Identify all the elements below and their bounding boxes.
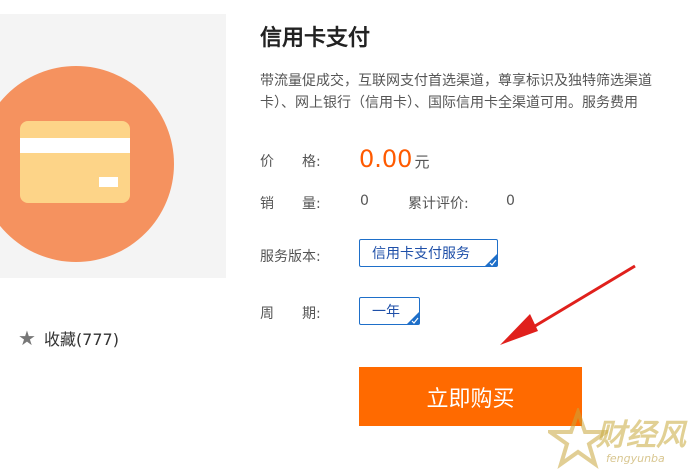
product-gallery: ★ 收藏(777): [0, 0, 226, 470]
selected-check-icon: [407, 312, 419, 324]
price-unit: 元: [414, 153, 430, 171]
thumbnail-strip: [0, 14, 226, 58]
period-label: 周 期:: [260, 306, 321, 322]
sales-value: 0: [360, 193, 369, 209]
reviews-value: 0: [506, 193, 515, 209]
card-chip: [99, 177, 118, 187]
description-line-1: 带流量促成交，互联网支付首选渠道，尊享标识及独特筛选渠道: [260, 73, 652, 89]
description-line-2: 卡）、网上银行（信用卡）、国际信用卡全渠道可用。服务费用: [260, 95, 638, 111]
star-icon: ★: [18, 326, 36, 350]
period-option-one-year[interactable]: 一年: [359, 297, 420, 325]
favorite-label: 收藏(777): [43, 330, 119, 349]
version-option-credit-card[interactable]: 信用卡支付服务: [359, 239, 498, 267]
period-option-label: 一年: [372, 304, 400, 320]
version-option-label: 信用卡支付服务: [372, 246, 470, 262]
credit-card-icon: [20, 121, 130, 203]
selected-check-icon: [485, 254, 497, 266]
price-label: 价 格:: [260, 154, 321, 170]
watermark: 财经风 fengyunba: [548, 408, 700, 470]
sales-label: 销 量:: [260, 196, 321, 212]
watermark-text: 财经风: [596, 418, 686, 453]
watermark-subtext: fengyunba: [606, 452, 665, 465]
reviews-label: 累计评价:: [408, 196, 469, 212]
version-label: 服务版本:: [260, 249, 321, 265]
product-title: 信用卡支付: [260, 26, 371, 51]
product-description: 带流量促成交，互联网支付首选渠道，尊享标识及独特筛选渠道 卡）、网上银行（信用卡…: [260, 70, 700, 114]
favorite-button[interactable]: ★ 收藏(777): [18, 326, 119, 350]
price-value: 0.00: [359, 145, 413, 173]
price: 0.00 元: [359, 145, 429, 173]
card-stripe: [20, 138, 130, 153]
